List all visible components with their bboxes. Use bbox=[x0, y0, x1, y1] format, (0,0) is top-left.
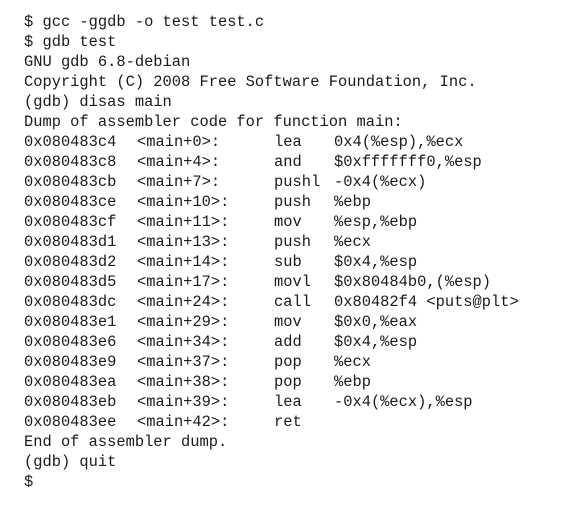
asm-row: 0x080483cf <main+11>: mov %esp,%ebp bbox=[24, 212, 584, 232]
shell-prompt: $ bbox=[24, 473, 34, 491]
dump-header: Dump of assembler code for function main… bbox=[24, 113, 403, 131]
asm-operands: $0x0,%eax bbox=[334, 313, 418, 331]
asm-address: 0x080483c4 bbox=[24, 133, 117, 151]
asm-row: 0x080483cb <main+7>: pushl -0x4(%ecx) bbox=[24, 172, 584, 192]
asm-address: 0x080483cf bbox=[24, 213, 117, 231]
asm-address: 0x080483d2 bbox=[24, 253, 117, 271]
asm-row: 0x080483e1 <main+29>: mov $0x0,%eax bbox=[24, 312, 584, 332]
gdb-command-disas: (gdb) disas main bbox=[24, 93, 172, 111]
asm-offset-label: <main+17>: bbox=[137, 273, 230, 291]
asm-offset-label: <main+34>: bbox=[137, 333, 230, 351]
asm-opcode: push bbox=[274, 233, 311, 251]
asm-operands: %ecx bbox=[334, 233, 371, 251]
asm-row: 0x080483e9 <main+37>: pop %ecx bbox=[24, 352, 584, 372]
gdb-copyright-banner: Copyright (C) 2008 Free Software Foundat… bbox=[24, 73, 477, 91]
asm-opcode: push bbox=[274, 193, 311, 211]
asm-offset-label: <main+7>: bbox=[137, 173, 221, 191]
asm-address: 0x080483ea bbox=[24, 373, 117, 391]
asm-address: 0x080483cb bbox=[24, 173, 117, 191]
asm-row: 0x080483c4 <main+0>: lea 0x4(%esp),%ecx bbox=[24, 132, 584, 152]
asm-address: 0x080483dc bbox=[24, 293, 117, 311]
asm-offset-label: <main+24>: bbox=[137, 293, 230, 311]
gdb-version-banner: GNU gdb 6.8-debian bbox=[24, 53, 191, 71]
asm-address: 0x080483c8 bbox=[24, 153, 117, 171]
asm-opcode: ret bbox=[274, 413, 302, 431]
asm-offset-label: <main+37>: bbox=[137, 353, 230, 371]
asm-address: 0x080483eb bbox=[24, 393, 117, 411]
asm-row: 0x080483d2 <main+14>: sub $0x4,%esp bbox=[24, 252, 584, 272]
asm-opcode: call bbox=[274, 293, 311, 311]
asm-offset-label: <main+0>: bbox=[137, 133, 221, 151]
asm-operands: %ebp bbox=[334, 373, 371, 391]
asm-row: 0x080483e6 <main+34>: add $0x4,%esp bbox=[24, 332, 584, 352]
disassembly-listing: 0x080483c4 <main+0>: lea 0x4(%esp),%ecx 0x08… bbox=[24, 132, 584, 432]
asm-opcode: pushl bbox=[274, 173, 321, 191]
asm-operands: $0x4,%esp bbox=[334, 333, 418, 351]
asm-offset-label: <main+39>: bbox=[137, 393, 230, 411]
asm-operands: %esp,%ebp bbox=[334, 213, 418, 231]
asm-operands: 0x80482f4 <puts@plt> bbox=[334, 293, 519, 311]
asm-offset-label: <main+42>: bbox=[137, 413, 230, 431]
asm-opcode: and bbox=[274, 153, 302, 171]
asm-opcode: lea bbox=[274, 133, 302, 151]
asm-operands: -0x4(%ecx),%esp bbox=[334, 393, 473, 411]
terminal-output: $ gcc -ggdb -o test test.c $ gdb test GN… bbox=[0, 0, 584, 519]
asm-row: 0x080483d5 <main+17>: movl $0x80484b0,(%esp… bbox=[24, 272, 584, 292]
asm-row: 0x080483ea <main+38>: pop %ebp bbox=[24, 372, 584, 392]
asm-row: 0x080483ce <main+10>: push %ebp bbox=[24, 192, 584, 212]
asm-operands: $0xfffffff0,%esp bbox=[334, 153, 482, 171]
asm-opcode: movl bbox=[274, 273, 311, 291]
dump-footer: End of assembler dump. bbox=[24, 433, 228, 451]
asm-opcode: lea bbox=[274, 393, 302, 411]
asm-row: 0x080483eb <main+39>: lea -0x4(%ecx),%esp bbox=[24, 392, 584, 412]
asm-opcode: pop bbox=[274, 373, 302, 391]
asm-opcode: mov bbox=[274, 213, 302, 231]
asm-row: 0x080483dc <main+24>: call 0x80482f4 <puts@… bbox=[24, 292, 584, 312]
asm-address: 0x080483d1 bbox=[24, 233, 117, 251]
asm-operands: %ecx bbox=[334, 353, 371, 371]
asm-offset-label: <main+13>: bbox=[137, 233, 230, 251]
asm-row: 0x080483ee <main+42>: ret bbox=[24, 412, 584, 432]
asm-address: 0x080483d5 bbox=[24, 273, 117, 291]
asm-operands: %ebp bbox=[334, 193, 371, 211]
asm-opcode: sub bbox=[274, 253, 302, 271]
asm-offset-label: <main+10>: bbox=[137, 193, 230, 211]
asm-offset-label: <main+14>: bbox=[137, 253, 230, 271]
asm-address: 0x080483e1 bbox=[24, 313, 117, 331]
asm-operands: $0x4,%esp bbox=[334, 253, 418, 271]
asm-offset-label: <main+11>: bbox=[137, 213, 230, 231]
asm-row: 0x080483d1 <main+13>: push %ecx bbox=[24, 232, 584, 252]
asm-address: 0x080483ce bbox=[24, 193, 117, 211]
shell-command-compile: $ gcc -ggdb -o test test.c bbox=[24, 13, 265, 31]
asm-address: 0x080483e6 bbox=[24, 333, 117, 351]
asm-offset-label: <main+38>: bbox=[137, 373, 230, 391]
asm-row: 0x080483c8 <main+4>: and $0xfffffff0,%esp bbox=[24, 152, 584, 172]
shell-command-gdb: $ gdb test bbox=[24, 33, 117, 51]
asm-operands: -0x4(%ecx) bbox=[334, 173, 427, 191]
asm-opcode: pop bbox=[274, 353, 302, 371]
gdb-command-quit: (gdb) quit bbox=[24, 453, 117, 471]
asm-opcode: mov bbox=[274, 313, 302, 331]
asm-operands: 0x4(%esp),%ecx bbox=[334, 133, 464, 151]
asm-opcode: add bbox=[274, 333, 302, 351]
asm-address: 0x080483e9 bbox=[24, 353, 117, 371]
asm-address: 0x080483ee bbox=[24, 413, 117, 431]
asm-offset-label: <main+4>: bbox=[137, 153, 221, 171]
asm-offset-label: <main+29>: bbox=[137, 313, 230, 331]
asm-operands: $0x80484b0,(%esp) bbox=[334, 273, 492, 291]
